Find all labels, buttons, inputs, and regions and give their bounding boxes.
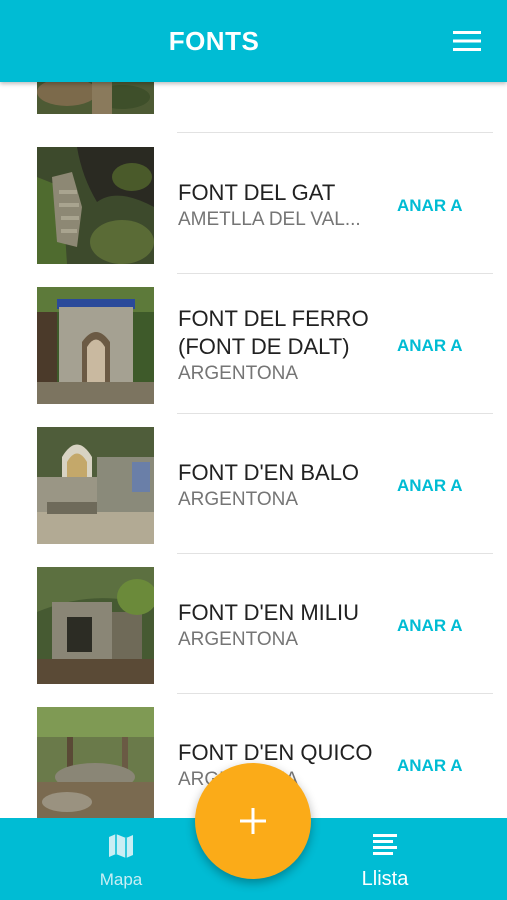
add-button[interactable] bbox=[195, 763, 311, 879]
list-item[interactable]: FONT D'EN MILIU ARGENTONA ANAR A bbox=[0, 562, 507, 702]
tab-map[interactable]: Mapa bbox=[41, 818, 201, 900]
tab-map-label: Mapa bbox=[99, 870, 143, 889]
tab-list[interactable]: Llista bbox=[305, 818, 465, 900]
divider bbox=[177, 273, 493, 274]
go-to-button[interactable]: ANAR A bbox=[397, 562, 462, 689]
font-name: FONT DEL GAT bbox=[178, 179, 336, 205]
tab-list-label: Llista bbox=[361, 868, 409, 890]
font-photo bbox=[37, 82, 154, 114]
menu-button[interactable] bbox=[447, 26, 487, 56]
divider bbox=[177, 553, 493, 554]
app-bar: FONTS bbox=[0, 0, 507, 82]
map-icon bbox=[109, 834, 133, 858]
go-to-button[interactable]: ANAR A bbox=[397, 422, 462, 549]
list-item[interactable] bbox=[0, 82, 507, 132]
font-location: ARGENTONA bbox=[178, 488, 299, 510]
font-photo bbox=[37, 427, 154, 544]
font-photo bbox=[37, 287, 154, 404]
font-name: FONT D'EN MILIU bbox=[178, 599, 360, 625]
page-title: FONTS bbox=[168, 26, 260, 56]
font-location: AMETLLA DEL VAL... bbox=[178, 208, 361, 230]
divider bbox=[177, 132, 493, 133]
go-to-button[interactable]: ANAR A bbox=[397, 142, 462, 269]
go-to-button[interactable]: ANAR A bbox=[397, 702, 462, 818]
list-item[interactable]: FONT DEL FERRO (FONT DE DALT) ARGENTONA … bbox=[0, 282, 507, 422]
font-name: FONT D'EN QUICO bbox=[178, 739, 373, 765]
font-location: ARGENTONA bbox=[178, 628, 299, 650]
font-location: ARGENTONA bbox=[178, 362, 299, 384]
plus-icon bbox=[240, 808, 266, 834]
divider bbox=[177, 693, 493, 694]
list-icon bbox=[373, 834, 397, 855]
font-name: FONT D'EN BALO bbox=[178, 459, 360, 485]
font-photo bbox=[37, 147, 154, 264]
list-item[interactable]: FONT D'EN BALO ARGENTONA ANAR A bbox=[0, 422, 507, 562]
menu-icon bbox=[453, 31, 481, 51]
font-photo bbox=[37, 567, 154, 684]
divider bbox=[177, 413, 493, 414]
list-item[interactable]: FONT DEL GAT AMETLLA DEL VAL... ANAR A bbox=[0, 142, 507, 282]
font-name: FONT DEL FERRO (FONT DE DALT) bbox=[178, 305, 369, 359]
go-to-button[interactable]: ANAR A bbox=[397, 282, 462, 409]
fonts-list[interactable]: FONT DEL GAT AMETLLA DEL VAL... ANAR A F… bbox=[0, 82, 507, 818]
font-photo bbox=[37, 707, 154, 818]
